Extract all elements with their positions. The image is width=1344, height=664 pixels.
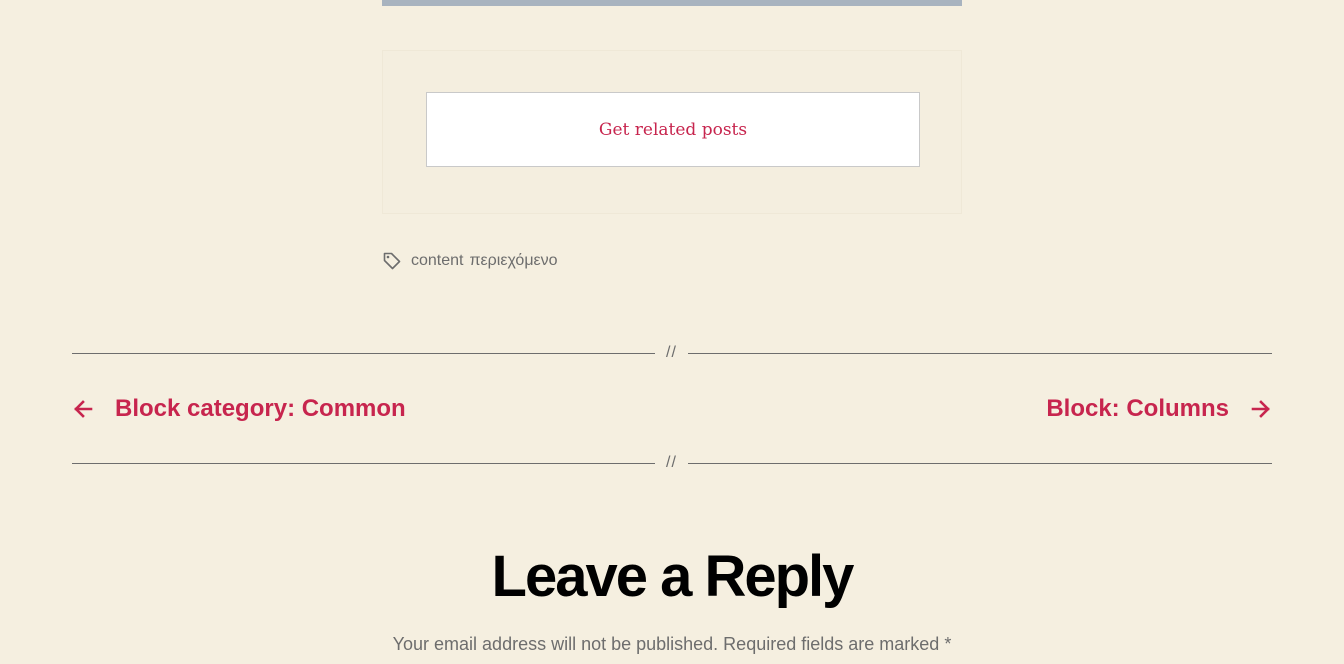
divider-line: [688, 353, 1272, 354]
related-posts-block: Get related posts: [382, 50, 962, 214]
comment-notes-text: Your email address will not be published…: [392, 634, 940, 654]
divider-line: [72, 463, 655, 464]
next-post-title: Block: Columns: [1046, 395, 1229, 422]
previous-post-title: Block category: Common: [115, 395, 406, 422]
divider-separator: //: [666, 344, 677, 361]
navigation-top-divider: //: [72, 343, 1272, 363]
tag-icon: [382, 251, 402, 271]
navigation-bottom-divider: //: [72, 453, 1272, 473]
divider-separator: //: [666, 454, 677, 471]
image-bottom-edge: [382, 0, 962, 6]
comment-notes: Your email address will not be published…: [0, 632, 1344, 656]
get-related-posts-button[interactable]: Get related posts: [426, 92, 920, 167]
previous-post-link[interactable]: Block category: Common: [72, 393, 406, 425]
tag-link-periexomeno[interactable]: περιεχόμενο: [469, 252, 557, 270]
arrow-right-icon: [1250, 398, 1272, 420]
arrow-left-icon: [72, 398, 94, 420]
tag-list: content περιεχόμενο: [411, 252, 558, 270]
tag-link-content[interactable]: content: [411, 252, 463, 270]
divider-line: [688, 463, 1272, 464]
required-marker: *: [944, 634, 952, 654]
reply-heading: Leave a Reply: [491, 544, 855, 609]
divider-line: [72, 353, 655, 354]
next-post-link[interactable]: Block: Columns: [1046, 393, 1272, 425]
post-tags: content περιεχόμενο: [382, 250, 558, 272]
